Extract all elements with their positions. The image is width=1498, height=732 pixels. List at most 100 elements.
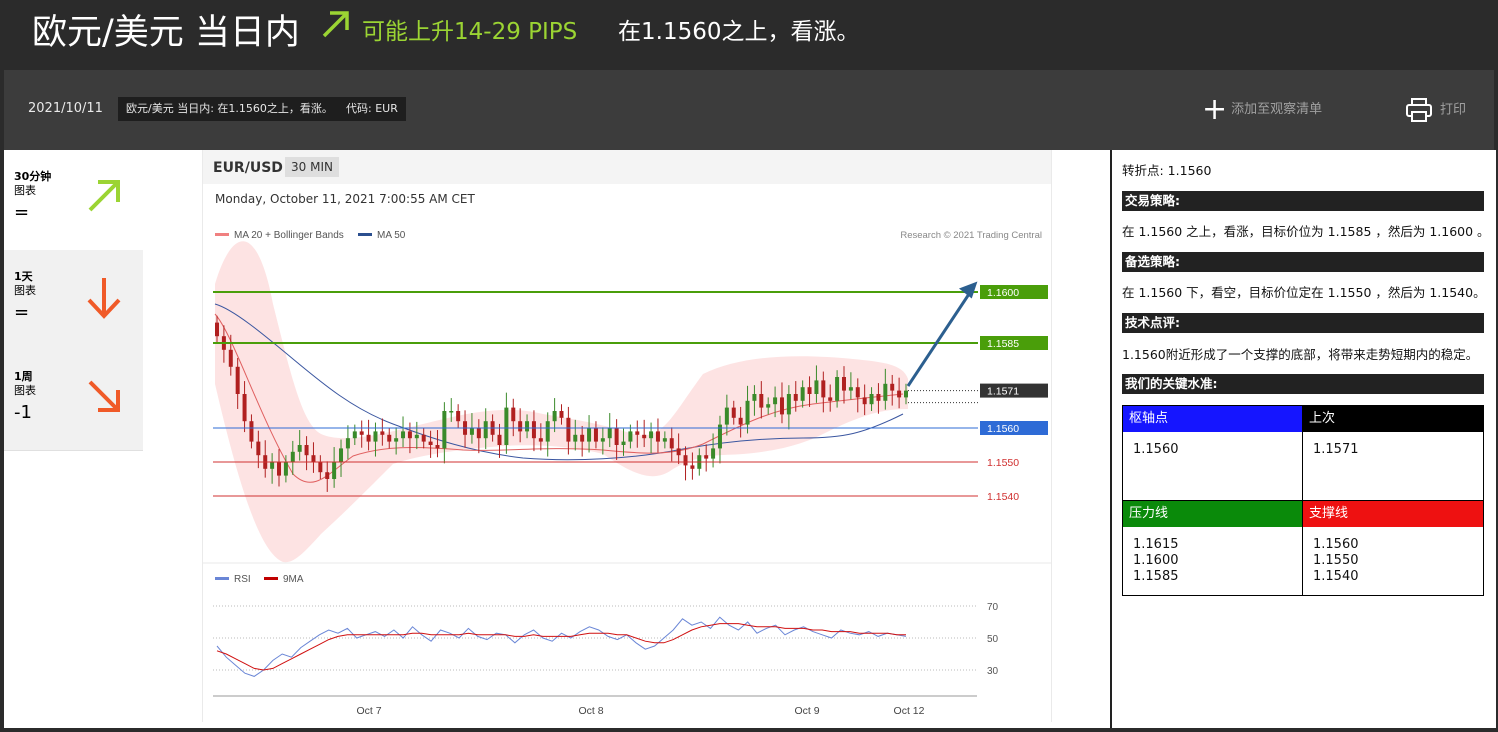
timeframe-30min[interactable]: 30分钟 图表 =: [4, 150, 143, 251]
candle-body: [242, 394, 247, 422]
candle-body: [628, 431, 633, 442]
candle-body: [325, 472, 330, 479]
candle-body: [525, 421, 530, 432]
candle-body: [786, 394, 791, 415]
candle-body: [414, 434, 419, 439]
candle-body: [841, 377, 846, 391]
chart-symbol: EUR/USD: [213, 160, 283, 176]
candle-body: [476, 428, 481, 439]
candle-body: [228, 349, 233, 367]
comment-heading: 技术点评:: [1122, 313, 1484, 333]
candle-body: [332, 462, 337, 479]
report-date: 2021/10/11: [28, 101, 103, 116]
level-label: 1.1550: [987, 457, 1019, 469]
print-button[interactable]: 打印: [1406, 98, 1466, 122]
watermark: @美国CCC一张学军: [1218, 678, 1419, 703]
candle-body: [649, 431, 654, 439]
candle-body: [345, 438, 350, 449]
top-header: 欧元/美元 当日内 可能上升14-29 PIPS 在1.1560之上，看涨。: [0, 0, 1498, 70]
last-value: 1.1571: [1313, 442, 1359, 457]
candle-body: [669, 438, 674, 449]
candle-body: [676, 448, 681, 456]
candle-body: [566, 417, 571, 442]
candle-body: [235, 366, 240, 394]
candle-body: [607, 428, 612, 439]
resistance-value: 1.1585: [1133, 569, 1179, 584]
add-watchlist-button[interactable]: + 添加至观察清单: [1202, 94, 1323, 124]
candle-body: [318, 462, 323, 473]
level-label: 1.1600: [987, 287, 1019, 299]
ma50-legend: MA 50: [377, 230, 406, 241]
trend-text: 可能上升14-29 PIPS: [362, 19, 578, 45]
timeframe-sub: 图表: [14, 184, 36, 197]
rsi-tick-label: 50: [987, 634, 999, 645]
chart-timeframe-chip[interactable]: 30 MIN: [285, 157, 339, 177]
candle-body: [848, 387, 853, 391]
candle-body: [359, 431, 364, 435]
candle-body: [407, 431, 412, 439]
candle-body: [552, 411, 557, 422]
ma20-legend-swatch: [215, 233, 229, 236]
candle-body: [449, 411, 454, 413]
strategy-text: 在 1.1560 之上，看涨，目标价位为 1.1585 ，然后为 1.1600 …: [1122, 224, 1490, 239]
alt-strategy-text: 在 1.1560 下，看空，目标价位定在 1.1550 ，然后为 1.1540。: [1122, 285, 1486, 300]
candle-body: [600, 438, 605, 442]
candle-body: [559, 411, 564, 418]
pivot-header: 枢轴点: [1123, 406, 1302, 432]
price-chart: MA 20 + Bollinger Bands MA 50 Research ©…: [203, 230, 1051, 717]
candle-body: [855, 387, 860, 398]
candle-body: [531, 421, 536, 439]
candle-body: [380, 431, 385, 435]
support-cell: 支撑线 1.1560 1.1550 1.1540: [1303, 501, 1483, 595]
ma20-legend: MA 20 + Bollinger Bands: [234, 230, 344, 241]
candle-body: [428, 441, 433, 445]
candle-body: [683, 455, 688, 466]
resistance-header: 压力线: [1123, 501, 1302, 527]
support-value: 1.1540: [1313, 569, 1359, 584]
page-title: 欧元/美元 当日内: [32, 13, 300, 53]
candle-body: [814, 380, 819, 394]
candle-body: [394, 438, 399, 442]
candle-body: [401, 431, 406, 439]
rsi-legend: RSI: [234, 574, 251, 585]
printer-icon: [1406, 98, 1432, 122]
pivot-value: 1.1560: [1133, 442, 1179, 457]
candle-body: [435, 445, 440, 449]
candle-body: [766, 404, 771, 408]
candle-body: [573, 434, 578, 442]
candle-body: [483, 421, 488, 439]
candle-body: [835, 377, 840, 401]
candle-body: [655, 431, 660, 442]
candle-body: [593, 428, 598, 442]
candle-body: [256, 441, 261, 456]
timeframe-value: =: [14, 202, 30, 223]
timeframe-1week[interactable]: 1周 图表 -1: [4, 350, 143, 451]
projection-arrow-head: [958, 281, 978, 299]
resistance-value: 1.1615: [1133, 537, 1179, 552]
timeframe-1day[interactable]: 1天 图表 =: [4, 250, 143, 351]
main-content: 30分钟 图表 = 1天 图表 = 1周 图表 -1 EUR/USD 30 MIN M…: [4, 150, 1496, 728]
candle-body: [704, 455, 709, 459]
candle-body: [876, 394, 881, 401]
timeframe-sub: 图表: [14, 284, 36, 297]
candle-body: [215, 322, 219, 337]
timeframe-label: 1周: [14, 370, 33, 383]
ma50-legend-swatch: [358, 233, 372, 236]
x-tick-label: Oct 7: [356, 705, 381, 717]
candle-body: [538, 438, 543, 442]
candle-body: [635, 431, 640, 435]
alt-strategy-heading: 备选策略:: [1122, 252, 1484, 272]
level-label: 1.1540: [987, 491, 1019, 503]
candle-body: [662, 438, 667, 442]
chart-copyright: Research © 2021 Trading Central: [900, 230, 1042, 241]
candle-body: [883, 383, 888, 401]
rsi-line: [216, 616, 907, 677]
level-label: 1.1560: [987, 423, 1019, 435]
candle-body: [800, 387, 805, 401]
summary-chip: 欧元/美元 当日内: 在1.1560之上，看涨。: [118, 97, 341, 121]
info-bar: 2021/10/11 欧元/美元 当日内: 在1.1560之上，看涨。 代码: …: [4, 70, 1494, 150]
watchlist-label: 添加至观察清单: [1231, 102, 1323, 117]
code-chip: 代码: EUR: [338, 97, 406, 121]
key-levels-table: 枢轴点 1.1560 上次 1.1571 压力线 1.1615 1.1600 1…: [1122, 405, 1484, 596]
candle-body: [642, 434, 647, 439]
